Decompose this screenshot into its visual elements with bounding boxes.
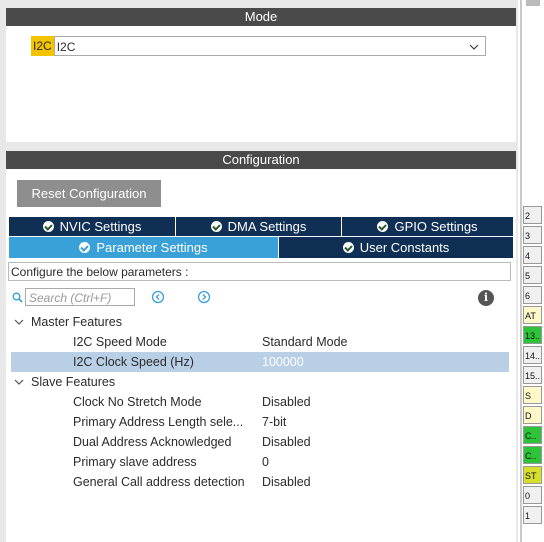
param-name: I2C Speed Mode: [73, 335, 167, 349]
param-row-general-call[interactable]: General Call address detection Disabled: [6, 472, 516, 492]
tab-label: User Constants: [359, 240, 450, 255]
check-circle-icon: [342, 242, 354, 253]
group-label: Slave Features: [31, 375, 116, 389]
pin-9[interactable]: S: [523, 386, 542, 404]
search-input[interactable]: Search (Ctrl+F): [25, 288, 135, 306]
pin-15[interactable]: 1: [523, 506, 542, 524]
tab-user-constants[interactable]: User Constants: [279, 237, 513, 258]
search-icon: [12, 292, 23, 303]
group-master-features[interactable]: Master Features: [6, 312, 516, 332]
mode-select-value: I2C: [56, 40, 76, 54]
mode-panel: Mode I2C I2C: [6, 8, 516, 142]
chevron-down-icon: [469, 44, 479, 50]
mode-label: I2C: [31, 36, 54, 56]
chevron-down-icon[interactable]: [14, 372, 24, 392]
tabs-row-1: NVIC Settings DMA Settings GPIO Settings: [9, 217, 513, 236]
param-value[interactable]: 0: [262, 452, 269, 472]
param-value[interactable]: 7-bit: [262, 412, 286, 432]
reset-configuration-button[interactable]: Reset Configuration: [17, 180, 161, 207]
param-name: Dual Address Acknowledged: [73, 435, 232, 449]
info-icon[interactable]: i: [478, 290, 494, 306]
pin-7[interactable]: 14..: [523, 346, 542, 364]
pin-2[interactable]: 4: [523, 246, 542, 264]
pin-0[interactable]: 2: [523, 206, 542, 224]
param-row-clock-no-stretch[interactable]: Clock No Stretch Mode Disabled: [6, 392, 516, 412]
search-row: Search (Ctrl+F): [12, 288, 211, 306]
tab-label: Parameter Settings: [96, 240, 208, 255]
parameter-tree: Master Features I2C Speed Mode Standard …: [6, 312, 516, 492]
chevron-down-icon[interactable]: [14, 312, 24, 332]
mode-row: I2C I2C: [31, 36, 486, 56]
param-row-primary-slave-address[interactable]: Primary slave address 0: [6, 452, 516, 472]
pin-5[interactable]: AT: [523, 306, 542, 324]
tab-label: NVIC Settings: [59, 219, 142, 234]
tab-nvic-settings[interactable]: NVIC Settings: [9, 217, 176, 236]
pin-3[interactable]: 5: [523, 266, 542, 284]
group-slave-features[interactable]: Slave Features: [6, 372, 516, 392]
pin-13[interactable]: ST: [523, 466, 542, 484]
pinout-strip: 2 3 4 5 6 AT 13.. 14.. 15.. S D C.. C.. ST 0 1: [518, 0, 544, 542]
mode-header: Mode: [6, 8, 516, 26]
param-row-i2c-speed-mode[interactable]: I2C Speed Mode Standard Mode: [6, 332, 516, 352]
check-circle-icon: [377, 221, 389, 232]
param-row-i2c-clock-speed[interactable]: I2C Clock Speed (Hz) 100000: [11, 352, 509, 372]
param-row-dual-address[interactable]: Dual Address Acknowledged Disabled: [6, 432, 516, 452]
splitter[interactable]: [520, 0, 522, 542]
param-row-primary-address-length[interactable]: Primary Address Length sele... 7-bit: [6, 412, 516, 432]
pin-11[interactable]: C..: [523, 426, 542, 444]
pin-1[interactable]: 3: [523, 226, 542, 244]
tabs-row-2: Parameter Settings User Constants: [9, 237, 513, 258]
pin-12[interactable]: C..: [523, 446, 542, 464]
param-value[interactable]: Disabled: [262, 392, 311, 412]
pin-10[interactable]: D: [523, 406, 542, 424]
param-name: Clock No Stretch Mode: [73, 395, 202, 409]
tab-label: GPIO Settings: [394, 219, 478, 234]
configuration-header: Configuration: [6, 151, 516, 169]
main-area: Mode I2C I2C Configuration Reset Configu…: [0, 0, 518, 542]
tab-label: DMA Settings: [227, 219, 307, 234]
pin-6[interactable]: 13..: [523, 326, 542, 344]
tab-gpio-settings[interactable]: GPIO Settings: [342, 217, 513, 236]
pin-4[interactable]: 6: [523, 286, 542, 304]
tab-dma-settings[interactable]: DMA Settings: [176, 217, 342, 236]
pin-8[interactable]: 15..: [523, 366, 542, 384]
param-name: Primary slave address: [73, 455, 197, 469]
tab-parameter-settings[interactable]: Parameter Settings: [9, 237, 279, 258]
next-result-icon[interactable]: [197, 290, 211, 304]
param-value[interactable]: 100000: [262, 352, 304, 372]
param-name: General Call address detection: [73, 475, 245, 489]
check-circle-icon: [79, 242, 91, 253]
configuration-panel: Configuration Reset Configuration NVIC S…: [6, 151, 516, 542]
param-value[interactable]: Standard Mode: [262, 332, 347, 352]
pin-14[interactable]: 0: [523, 486, 542, 504]
param-value[interactable]: Disabled: [262, 472, 311, 492]
param-name: I2C Clock Speed (Hz): [73, 355, 194, 369]
check-circle-icon: [42, 221, 54, 232]
scroll-handle[interactable]: [526, 0, 540, 6]
previous-result-icon[interactable]: [151, 290, 165, 304]
parameters-description: Configure the below parameters :: [8, 262, 511, 281]
mode-select[interactable]: I2C: [53, 36, 486, 56]
param-name: Primary Address Length sele...: [73, 415, 244, 429]
group-label: Master Features: [31, 315, 123, 329]
param-value[interactable]: Disabled: [262, 432, 311, 452]
check-circle-icon: [210, 221, 222, 232]
